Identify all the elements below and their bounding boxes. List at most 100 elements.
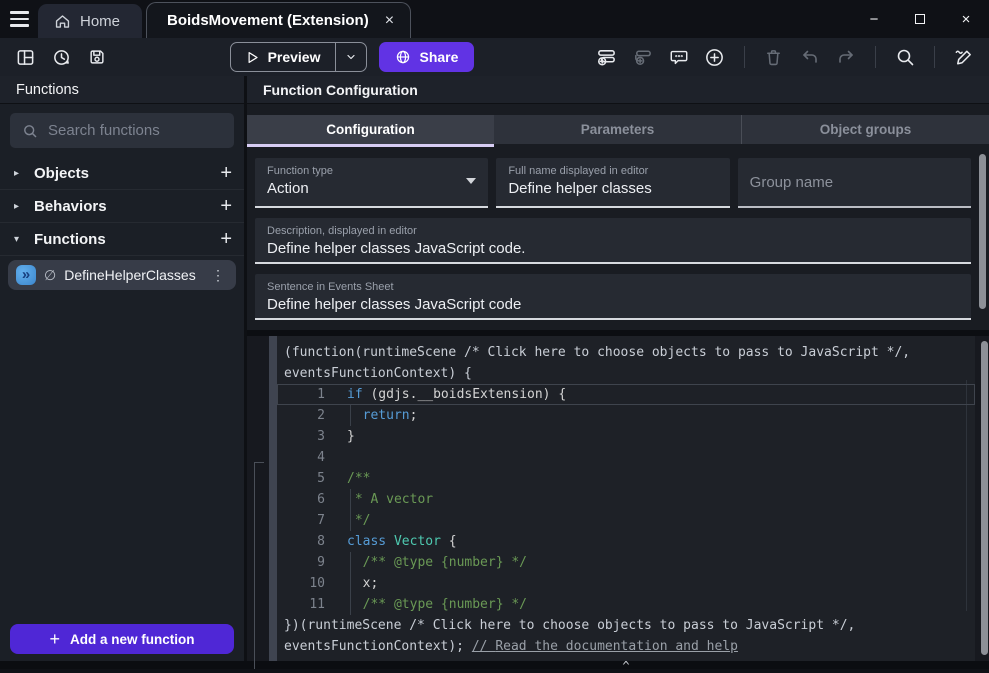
edit-pencil-icon [953, 47, 974, 68]
add-behavior-button[interactable]: + [220, 196, 232, 216]
collapse-hint-caret[interactable]: ^ [277, 659, 975, 673]
search-events-button[interactable] [890, 42, 920, 72]
tab-extension-label: BoidsMovement (Extension) [167, 12, 369, 29]
window-close-button[interactable]: × [943, 0, 989, 38]
preview-button-label: Preview [268, 49, 321, 65]
description-field[interactable]: Description, displayed in editor Define … [255, 218, 971, 264]
toolbar-center-group: Preview Share [230, 42, 475, 72]
code-editor[interactable]: (function(runtimeScene /* Click here to … [277, 336, 975, 661]
sidebar-section-behaviors[interactable]: ▸ Behaviors + [0, 190, 244, 223]
sentence-field[interactable]: Sentence in Events Sheet Define helper c… [255, 274, 971, 320]
code-line-10[interactable]: 10 x; [277, 573, 975, 594]
code-footer-wrapper[interactable]: })(runtimeScene /* Click here to choose … [277, 615, 975, 657]
line-number: 10 [277, 573, 325, 594]
group-name-field[interactable]: Group name [738, 158, 971, 208]
sidebar-section-functions[interactable]: ▾ Functions + [0, 223, 244, 256]
event-drag-handle[interactable] [269, 336, 277, 661]
code-scrollbar[interactable] [981, 341, 988, 655]
sidebar-title: Functions [0, 76, 244, 104]
add-object-button[interactable]: + [220, 163, 232, 183]
group-name-placeholder: Group name [750, 174, 833, 191]
preview-button[interactable]: Preview [230, 42, 367, 72]
add-event-button[interactable] [592, 42, 622, 72]
sentence-label: Sentence in Events Sheet [267, 281, 959, 293]
code-lines: 1if (gdjs.__boidsExtension) {2 return;3}… [277, 384, 975, 615]
window-maximize-button[interactable] [897, 0, 943, 38]
sentence-value: Define helper classes JavaScript code [267, 296, 959, 313]
undo-button[interactable] [795, 42, 825, 72]
save-button[interactable] [82, 42, 112, 72]
full-name-field[interactable]: Full name displayed in editor Define hel… [496, 158, 729, 208]
section-label: Behaviors [34, 198, 220, 215]
play-icon [245, 50, 260, 65]
documentation-link[interactable]: Read the documentation and help [495, 639, 738, 654]
code-text: x; [325, 573, 378, 594]
share-button[interactable]: Share [379, 42, 475, 72]
code-line-11[interactable]: 11 /** @type {number} */ [277, 594, 975, 615]
window-minimize-button[interactable]: − [851, 0, 897, 38]
maximize-icon [915, 14, 925, 24]
code-line-3[interactable]: 3} [277, 426, 975, 447]
main-menu-button[interactable] [0, 0, 38, 38]
code-line-4[interactable]: 4 [277, 447, 975, 468]
add-comment-button[interactable] [664, 42, 694, 72]
section-label: Functions [34, 231, 220, 248]
tab-close-icon[interactable]: × [385, 13, 394, 29]
code-line-9[interactable]: 9 /** @type {number} */ [277, 552, 975, 573]
edit-extension-button[interactable] [949, 42, 979, 72]
version-history-button[interactable] [46, 42, 76, 72]
code-text [325, 447, 347, 468]
preview-options-button[interactable] [335, 43, 366, 71]
code-text: } [325, 426, 355, 447]
search-functions-input[interactable]: Search functions [10, 113, 234, 148]
config-scrollbar[interactable] [979, 154, 986, 309]
line-number: 9 [277, 552, 325, 573]
tab-object-groups[interactable]: Object groups [741, 115, 989, 144]
javascript-event-area: (function(runtimeScene /* Click here to … [247, 336, 989, 661]
private-function-icon: ∅ [44, 267, 56, 284]
add-function-plus-button[interactable]: + [220, 229, 232, 249]
function-type-select[interactable]: Function type Action [255, 158, 488, 208]
project-manager-button[interactable] [10, 42, 40, 72]
code-line-7[interactable]: 7 */ [277, 510, 975, 531]
function-icon: » [16, 265, 36, 285]
tab-home[interactable]: Home [38, 4, 142, 38]
toolbar-left-group [10, 42, 112, 72]
save-floppy-icon [88, 48, 106, 66]
choose-event-button[interactable] [700, 42, 730, 72]
code-line-8[interactable]: 8class Vector { [277, 531, 975, 552]
sidebar-section-objects[interactable]: ▸ Objects + [0, 157, 244, 190]
code-line-5[interactable]: 5/** [277, 468, 975, 489]
add-subevent-button[interactable] [628, 42, 658, 72]
add-new-function-button[interactable]: + Add a new function [10, 624, 234, 654]
field-row-3: Sentence in Events Sheet Define helper c… [255, 274, 971, 320]
redo-arrow-icon [836, 47, 856, 67]
code-text: return; [325, 405, 417, 426]
line-number: 7 [277, 510, 325, 531]
line-number: 1 [277, 384, 325, 405]
add-new-function-label: Add a new function [70, 632, 195, 647]
configuration-form: Function type Action Full name displayed… [247, 144, 989, 330]
redo-button[interactable] [831, 42, 861, 72]
functions-sidebar: Functions Search functions ▸ Objects + ▸… [0, 76, 247, 661]
add-subevent-icon [632, 47, 653, 68]
code-line-2[interactable]: 2 return; [277, 405, 975, 426]
tab-extension[interactable]: BoidsMovement (Extension) × [146, 2, 411, 38]
hamburger-icon [10, 11, 29, 13]
function-item-selected[interactable]: » ∅ DefineHelperClasses ⋮ [8, 260, 236, 290]
code-header-wrapper[interactable]: (function(runtimeScene /* Click here to … [277, 342, 975, 384]
share-button-label: Share [420, 49, 459, 65]
description-label: Description, displayed in editor [267, 225, 959, 237]
layout-panels-icon [16, 48, 35, 67]
events-sheet-margin [247, 336, 269, 661]
code-line-6[interactable]: 6 * A vector [277, 489, 975, 510]
delete-button[interactable] [759, 42, 789, 72]
code-text: /** [325, 468, 370, 489]
window-controls: − × [851, 0, 989, 38]
tab-configuration[interactable]: Configuration [247, 115, 494, 144]
tab-parameters[interactable]: Parameters [494, 115, 741, 144]
chevron-right-icon: ▸ [14, 201, 30, 212]
function-item-menu-icon[interactable]: ⋮ [211, 267, 226, 284]
code-line-1[interactable]: 1if (gdjs.__boidsExtension) { [277, 384, 975, 405]
field-row-2: Description, displayed in editor Define … [255, 218, 971, 264]
